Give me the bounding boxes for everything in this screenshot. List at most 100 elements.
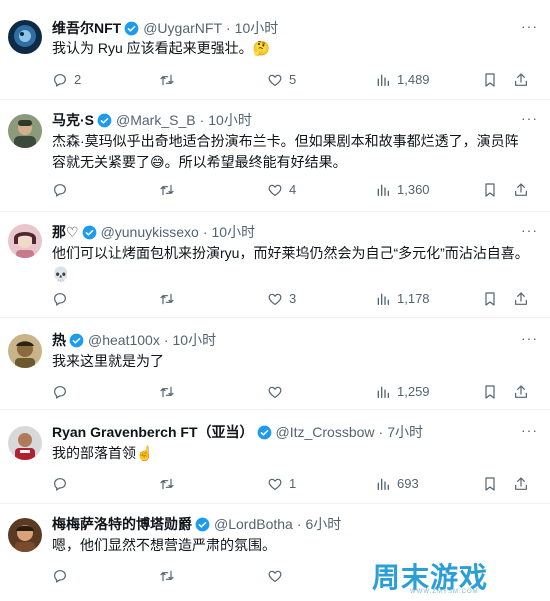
more-options-icon[interactable]: ··· bbox=[521, 18, 538, 34]
avatar[interactable] bbox=[8, 20, 42, 54]
tweet[interactable]: 热 @heat100x · 10小时 ··· 我来这里就是为了 1,259 bbox=[0, 318, 550, 410]
reply-button[interactable] bbox=[52, 566, 74, 586]
tweet[interactable]: Ryan Gravenberch FT（亚当） @Itz_Crossbow · … bbox=[0, 410, 550, 504]
views-button[interactable]: 1,178 bbox=[375, 289, 430, 309]
user-handle[interactable]: @heat100x bbox=[88, 332, 160, 348]
separator-dot: · bbox=[163, 332, 169, 348]
share-button[interactable] bbox=[513, 382, 535, 402]
views-button[interactable]: 693 bbox=[375, 474, 419, 494]
display-name[interactable]: 马克·S bbox=[52, 110, 94, 130]
views-button[interactable]: 1,489 bbox=[375, 70, 430, 90]
like-icon bbox=[267, 182, 283, 198]
bookmark-button[interactable] bbox=[482, 382, 504, 402]
reply-button[interactable]: 2 bbox=[52, 70, 81, 90]
like-button[interactable] bbox=[267, 382, 289, 402]
timestamp[interactable]: 6小时 bbox=[306, 514, 342, 534]
separator-dot: · bbox=[199, 112, 205, 128]
like-icon bbox=[267, 476, 283, 492]
bookmark-button[interactable] bbox=[482, 289, 504, 309]
user-handle[interactable]: @Itz_Crossbow bbox=[276, 424, 375, 440]
like-button[interactable] bbox=[267, 566, 289, 586]
view-count: 1,178 bbox=[397, 291, 430, 306]
user-handle[interactable]: @LordBotha bbox=[214, 516, 293, 532]
separator-dot: · bbox=[296, 516, 302, 532]
tweet[interactable]: 维吾尔NFT @UygarNFT · 10小时 ··· 我认为 Ryu 应该看起… bbox=[0, 0, 550, 100]
bookmark-icon bbox=[482, 72, 498, 88]
reply-button[interactable] bbox=[52, 180, 74, 200]
tweet-header: 马克·S @Mark_S_B · 10小时 bbox=[52, 110, 252, 130]
bookmark-icon bbox=[482, 182, 498, 198]
share-button[interactable] bbox=[513, 70, 535, 90]
reply-button[interactable] bbox=[52, 289, 74, 309]
avatar[interactable] bbox=[8, 224, 42, 258]
share-button[interactable] bbox=[513, 474, 535, 494]
views-icon bbox=[375, 72, 391, 88]
tweet-actions: 3 1,178 bbox=[52, 289, 532, 309]
like-icon bbox=[267, 72, 283, 88]
more-options-icon[interactable]: ··· bbox=[521, 110, 538, 126]
user-handle[interactable]: @yunuykissexo bbox=[101, 224, 199, 240]
reply-icon bbox=[52, 291, 68, 307]
share-button[interactable] bbox=[513, 180, 535, 200]
display-name[interactable]: 那♡ bbox=[52, 222, 79, 242]
views-button[interactable]: 1,360 bbox=[375, 180, 430, 200]
separator-dot: · bbox=[226, 20, 231, 36]
tweet-text: 嗯，他们显然不想营造严肃的氛围。 bbox=[52, 537, 276, 553]
watermark-url: WWW.ZMYSM.COM bbox=[410, 589, 479, 595]
retweet-button[interactable] bbox=[159, 289, 181, 309]
like-button[interactable]: 4 bbox=[267, 180, 296, 200]
more-options-icon[interactable]: ··· bbox=[521, 330, 538, 346]
user-handle[interactable]: @UygarNFT bbox=[143, 20, 222, 36]
like-icon bbox=[267, 291, 283, 307]
bookmark-button[interactable] bbox=[482, 70, 504, 90]
site-watermark: 周末游戏 WWW.ZMYSM.COM bbox=[372, 556, 542, 596]
timestamp[interactable]: 7小时 bbox=[387, 422, 423, 442]
timestamp[interactable]: 10小时 bbox=[235, 18, 279, 38]
reply-button[interactable] bbox=[52, 382, 74, 402]
like-count: 4 bbox=[289, 182, 297, 197]
avatar[interactable] bbox=[8, 426, 42, 460]
tweet-text: 杰森·莫玛似乎出奇地适合扮演布兰卡。但如果剧本和故事都烂透了，演员阵容就无关紧要… bbox=[52, 133, 519, 170]
views-icon bbox=[375, 182, 391, 198]
bookmark-button[interactable] bbox=[482, 474, 504, 494]
timestamp[interactable]: 10小时 bbox=[173, 330, 217, 350]
reply-icon bbox=[52, 476, 68, 492]
timestamp[interactable]: 10小时 bbox=[212, 222, 256, 242]
display-name[interactable]: 热 bbox=[52, 330, 66, 350]
verified-badge-icon bbox=[257, 425, 272, 440]
more-options-icon[interactable]: ··· bbox=[521, 422, 538, 438]
timestamp[interactable]: 10小时 bbox=[208, 110, 252, 130]
reply-button[interactable] bbox=[52, 474, 74, 494]
views-button[interactable]: 1,259 bbox=[375, 382, 430, 402]
tweet-actions: 2 5 1,489 bbox=[52, 70, 532, 90]
retweet-icon bbox=[159, 182, 175, 198]
display-name[interactable]: 梅梅萨洛特的博塔勋爵 bbox=[52, 514, 192, 534]
like-count: 1 bbox=[289, 476, 297, 491]
like-button[interactable]: 1 bbox=[267, 474, 296, 494]
retweet-button[interactable] bbox=[159, 180, 181, 200]
bookmark-button[interactable] bbox=[482, 180, 504, 200]
avatar[interactable] bbox=[8, 114, 42, 148]
views-icon bbox=[375, 384, 391, 400]
avatar[interactable] bbox=[8, 334, 42, 368]
retweet-button[interactable] bbox=[159, 382, 181, 402]
tweet-actions: 1,259 bbox=[52, 382, 532, 402]
retweet-button[interactable] bbox=[159, 70, 181, 90]
separator-dot: · bbox=[202, 224, 208, 240]
like-button[interactable]: 3 bbox=[267, 289, 296, 309]
display-name[interactable]: 维吾尔NFT bbox=[52, 18, 121, 38]
tweet-header: Ryan Gravenberch FT（亚当） @Itz_Crossbow · … bbox=[52, 422, 423, 442]
share-button[interactable] bbox=[513, 289, 535, 309]
bookmark-icon bbox=[482, 476, 498, 492]
like-button[interactable]: 5 bbox=[267, 70, 296, 90]
tweet[interactable]: 马克·S @Mark_S_B · 10小时 ··· 杰森·莫玛似乎出奇地适合扮演… bbox=[0, 100, 550, 212]
retweet-button[interactable] bbox=[159, 474, 181, 494]
verified-badge-icon bbox=[124, 21, 139, 36]
tweet[interactable]: 那♡ @yunuykissexo · 10小时 ··· 他们可以让烤面包机来扮演… bbox=[0, 212, 550, 318]
user-handle[interactable]: @Mark_S_B bbox=[116, 112, 196, 128]
display-name[interactable]: Ryan Gravenberch FT（亚当） bbox=[52, 422, 254, 442]
avatar[interactable] bbox=[8, 518, 42, 552]
more-options-icon[interactable]: ··· bbox=[521, 222, 538, 238]
retweet-button[interactable] bbox=[159, 566, 181, 586]
tweet-actions: 1 693 bbox=[52, 474, 532, 494]
